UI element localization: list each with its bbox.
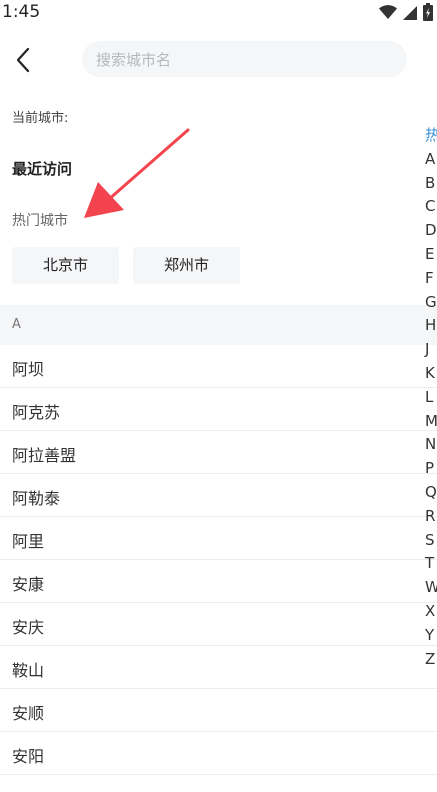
city-row[interactable]: 阿拉善盟 [0,431,437,474]
index-item-m[interactable]: M [425,410,437,434]
city-row[interactable]: 安顺 [0,689,437,732]
city-row[interactable]: 安庆 [0,603,437,646]
status-icons [379,3,433,25]
city-name: 安阳 [12,747,45,766]
index-item-w[interactable]: W [425,576,437,600]
recent-visits-heading: 最近访问 [12,160,73,178]
hot-city-button-beijing[interactable]: 北京市 [12,247,119,284]
city-name: 鞍山 [12,661,45,680]
city-row[interactable]: 阿坝 [0,345,437,388]
chevron-left-icon [10,47,38,80]
index-item-a[interactable]: A [425,148,437,172]
hot-cities-heading: 热门城市 [12,213,68,229]
search-box[interactable] [82,41,407,79]
index-item-f[interactable]: F [425,267,437,291]
index-item-r[interactable]: R [425,505,437,529]
index-item-z[interactable]: Z [425,648,437,672]
city-row[interactable]: 安阳 [0,732,437,775]
index-item-c[interactable]: C [425,195,437,219]
current-city-label: 当前城市: [12,111,69,126]
index-item-y[interactable]: Y [425,624,437,648]
index-item-hot[interactable]: 热 [425,124,437,148]
alphabet-index-bar[interactable]: 热 A B C D E F G H J K L M N P Q R S T W … [425,124,437,671]
city-name: 阿拉善盟 [12,446,77,465]
city-name: 阿里 [12,532,45,551]
city-row[interactable]: 阿克苏 [0,388,437,431]
index-item-h[interactable]: H [425,314,437,338]
index-item-q[interactable]: Q [425,481,437,505]
index-item-x[interactable]: X [425,600,437,624]
city-name: 阿勒泰 [12,489,61,508]
city-name: 安庆 [12,618,45,637]
city-row[interactable]: 安康 [0,560,437,603]
city-name: 安顺 [12,704,45,723]
index-item-n[interactable]: N [425,433,437,457]
index-item-e[interactable]: E [425,243,437,267]
city-row[interactable]: 鞍山 [0,646,437,689]
index-item-l[interactable]: L [425,386,437,410]
city-row[interactable]: 阿里 [0,517,437,560]
city-row[interactable]: 阿勒泰 [0,474,437,517]
index-item-s[interactable]: S [425,529,437,553]
city-list: 阿坝 阿克苏 阿拉善盟 阿勒泰 阿里 安康 安庆 鞍山 安顺 安阳 [0,345,437,775]
index-item-t[interactable]: T [425,552,437,576]
signal-icon [403,5,417,24]
section-header: A [0,305,437,345]
section-letter: A [12,317,21,332]
status-time: 1:45 [2,2,41,22]
wifi-icon [379,4,397,24]
hot-city-button-zhengzhou[interactable]: 郑州市 [133,247,240,284]
search-input[interactable] [94,41,398,79]
index-item-b[interactable]: B [425,172,437,196]
status-bar: 1:45 [0,0,437,26]
city-name: 安康 [12,575,45,594]
index-item-p[interactable]: P [425,457,437,481]
index-item-d[interactable]: D [425,219,437,243]
index-item-k[interactable]: K [425,362,437,386]
city-name: 阿坝 [12,360,45,379]
index-item-j[interactable]: J [425,338,437,362]
battery-icon [423,3,433,25]
city-picker-screen: 1:45 当前城市: 最近访问 [0,0,437,792]
index-item-g[interactable]: G [425,291,437,315]
back-button[interactable] [10,44,38,76]
annotation-arrow-icon [84,128,190,218]
city-name: 阿克苏 [12,403,61,422]
